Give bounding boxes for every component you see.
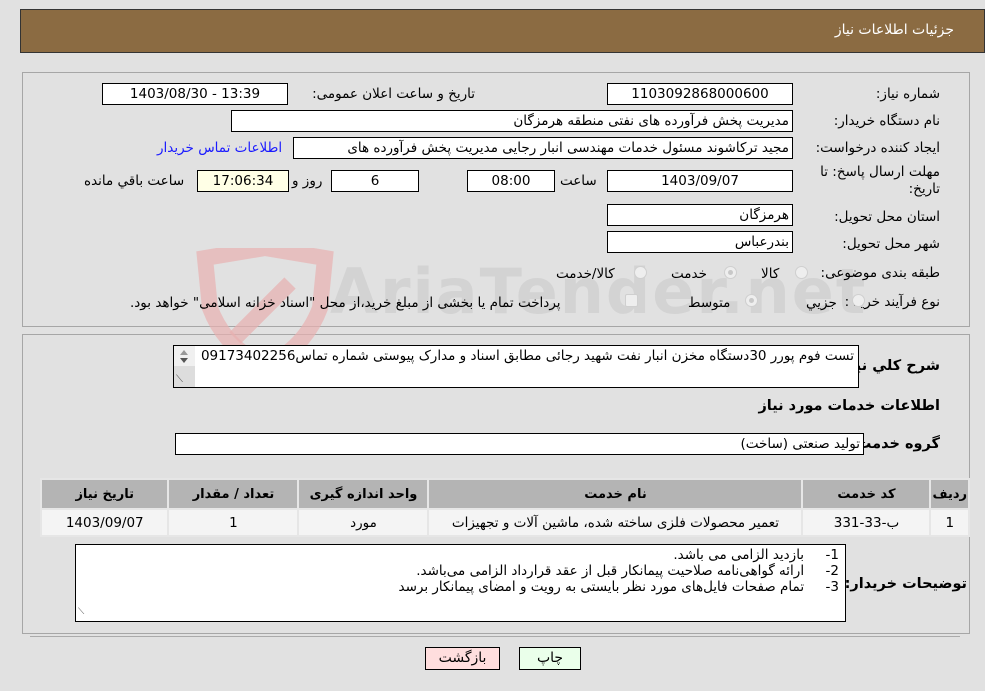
process-radio-minor[interactable] <box>852 294 865 307</box>
scroll-up-icon[interactable] <box>180 350 188 355</box>
buyer-notes-label: توضیحات خریدار: <box>844 576 967 592</box>
col-service-code: کد خدمت <box>801 478 932 510</box>
service-group-field: تولید صنعتی (ساخت) <box>175 433 864 455</box>
deadline-date-field: 1403/09/07 <box>607 170 793 192</box>
buyer-note-line: 2- ارائه گواهی‌نامه صلاحیت پیمانکار قبل … <box>416 563 839 579</box>
buyer-note-line: 1- بازدید الزامی می باشد. <box>673 547 839 563</box>
services-table: ردیف کد خدمت نام خدمت واحد اندازه گیری ت… <box>39 478 970 537</box>
buyer-contact-link[interactable]: اطلاعات تماس خریدار <box>157 140 282 156</box>
days-remaining-field: 6 <box>331 170 419 192</box>
category-option-goods-service: کالا/خدمت <box>556 266 615 282</box>
scroll-down-icon[interactable] <box>180 358 188 363</box>
buyer-org-field: مدیریت پخش فرآورده های نفتی منطقه هرمزگا… <box>231 110 793 132</box>
category-radio-goods[interactable] <box>795 266 808 279</box>
deadline-time-field: 08:00 <box>467 170 555 192</box>
service-group-label: گروه خدمت: <box>850 436 940 452</box>
buyer-note-line: 3- تمام صفحات فایل‌های مورد نظر بایستی ب… <box>398 579 840 595</box>
cell-row-number: 1 <box>929 508 970 537</box>
category-radio-service[interactable] <box>724 266 737 279</box>
col-unit: واحد اندازه گیری <box>297 478 430 510</box>
process-radio-medium[interactable] <box>745 294 758 307</box>
buyer-notes-textarea[interactable]: 1- بازدید الزامی می باشد. 2- ارائه گواهی… <box>75 544 846 622</box>
col-row-number: ردیف <box>929 478 970 510</box>
city-field: بندرعباس <box>607 231 793 253</box>
page-title: جزئیات اطلاعات نیاز <box>834 22 954 38</box>
need-number-label: شماره نیاز: <box>875 86 940 102</box>
table-header-row: ردیف کد خدمت نام خدمت واحد اندازه گیری ت… <box>39 478 970 510</box>
creator-field: مجید ترکاشوند مسئول خدمات مهندسی انبار ر… <box>293 137 793 159</box>
deadline-time-label: ساعت <box>560 173 597 189</box>
city-label: شهر محل تحویل: <box>842 236 940 252</box>
col-service-name: نام خدمت <box>427 478 804 510</box>
buyer-org-label: نام دستگاه خریدار: <box>833 113 940 129</box>
creator-label: ایجاد کننده درخواست: <box>815 140 940 156</box>
remaining-time-field: 17:06:34 <box>197 170 289 192</box>
process-option-medium: متوسط <box>688 295 731 311</box>
resize-grip-icon[interactable]: ⟋ <box>176 372 183 387</box>
divider <box>30 636 960 637</box>
description-textarea[interactable]: ⟋ تست فوم پورر 30دستگاه مخزن انبار نفت ش… <box>173 345 859 388</box>
cell-service-code: ب-33-331 <box>801 508 932 537</box>
province-field: هرمزگان <box>607 204 793 226</box>
print-button[interactable]: چاپ <box>519 647 581 670</box>
cell-need-date: 1403/09/07 <box>39 508 170 537</box>
category-radio-goods-service[interactable] <box>634 266 647 279</box>
col-quantity: تعداد / مقدار <box>167 478 300 510</box>
description-text: تست فوم پورر 30دستگاه مخزن انبار نفت شهی… <box>200 348 854 364</box>
category-option-service: خدمت <box>671 266 707 282</box>
need-number-field: 1103092868000600 <box>607 83 793 105</box>
treasury-checkbox[interactable] <box>625 294 638 307</box>
deadline-label: مهلت ارسال پاسخ: تا تاریخ: <box>820 164 940 197</box>
remaining-time-label: ساعت باقي مانده <box>84 173 185 189</box>
back-button[interactable]: بازگشت <box>425 647 500 670</box>
category-option-goods: کالا <box>761 266 780 282</box>
announce-date-field: 1403/08/30 - 13:39 <box>102 83 288 105</box>
table-row: 1 ب-33-331 تعمیر محصولات فلزی ساخته شده،… <box>39 508 970 537</box>
services-section-title: اطلاعات خدمات مورد نیاز <box>758 398 940 414</box>
textarea-scrollbar[interactable]: ⟋ <box>174 346 195 387</box>
process-option-minor: جزیي <box>806 295 837 311</box>
announce-date-label: تاریخ و ساعت اعلان عمومی: <box>312 86 475 102</box>
page-header: جزئیات اطلاعات نیاز <box>20 9 985 53</box>
days-label: روز و <box>292 173 323 189</box>
cell-unit: مورد <box>297 508 430 537</box>
treasury-note: پرداخت تمام یا بخشی از مبلغ خرید،از محل … <box>130 295 561 311</box>
category-label: طبقه بندی موضوعی: <box>820 265 940 281</box>
resize-grip-icon[interactable]: ⟋ <box>78 604 84 620</box>
col-need-date: تاریخ نیاز <box>39 478 170 510</box>
cell-service-name: تعمیر محصولات فلزی ساخته شده، ماشین آلات… <box>427 508 804 537</box>
province-label: استان محل تحویل: <box>834 209 940 225</box>
cell-quantity: 1 <box>167 508 300 537</box>
